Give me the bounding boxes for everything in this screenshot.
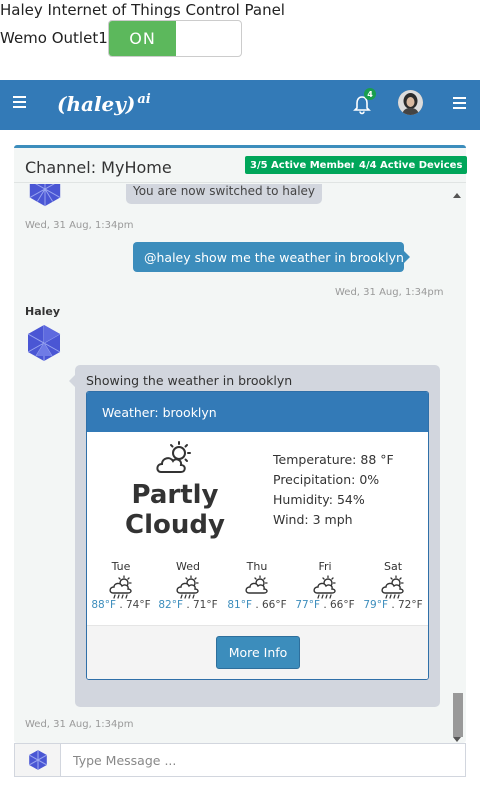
scroll-down-icon[interactable] [453, 737, 461, 742]
message-input-row [14, 743, 466, 777]
message-timestamp: Wed, 31 Aug, 1:34pm [25, 220, 134, 231]
user-avatar[interactable] [398, 90, 423, 115]
forecast-temps: 79°F . 72°F [363, 599, 423, 611]
forecast-row: Tue 88°F . 74°F Wed 82°F . 71°F Thu 81°F . 66… [87, 560, 428, 618]
weather-card: Weather: brooklyn Partly Cloudy Temperat… [86, 391, 429, 680]
menu-right-icon[interactable] [453, 97, 466, 112]
menu-icon[interactable] [13, 96, 27, 110]
weather-header: Weather: brooklyn [87, 392, 428, 432]
members-badge: 3/5 Active Members [245, 156, 367, 174]
precipitation: Precipitation: 0% [273, 472, 380, 487]
forecast-day-name: Tue [111, 560, 131, 573]
haley-avatar-icon [15, 744, 61, 776]
bot-message: Showing the weather in brooklyn Weather:… [69, 365, 440, 707]
bot-message-text: Showing the weather in brooklyn [86, 373, 293, 388]
forecast-day-name: Sat [383, 560, 403, 573]
forecast-temps: 81°F . 66°F [227, 599, 287, 611]
condition-text: Partly Cloudy [125, 480, 225, 540]
notification-badge: 4 [364, 88, 376, 100]
rain-cloud-sun-icon [381, 575, 404, 599]
message-input[interactable] [62, 744, 464, 776]
toggle-on-state[interactable]: ON [109, 21, 176, 56]
forecast-day: Wed 82°F . 71°F [154, 560, 222, 611]
user-message: @haley show me the weather in brooklyn [133, 242, 410, 272]
scroll-thumb[interactable] [453, 693, 463, 737]
message-timestamp: Wed, 31 Aug, 1:34pm [25, 719, 134, 730]
weather-stats: Temperature: 88 °F Precipitation: 0% Hum… [273, 450, 394, 530]
scrollbar[interactable] [451, 191, 463, 742]
rain-cloud-sun-icon [109, 575, 132, 599]
channel-title: Channel: MyHome [25, 158, 172, 177]
temperature: Temperature: 88 °F [273, 452, 394, 467]
forecast-day: Sat 79°F . 72°F [359, 560, 427, 611]
more-info-button[interactable]: More Info [216, 636, 300, 669]
forecast-day-name: Fri [318, 560, 332, 573]
message-timestamp: Wed, 31 Aug, 1:34pm [335, 287, 444, 298]
haley-avatar-icon [27, 325, 61, 361]
haley-logo[interactable]: (haley) ai [57, 92, 151, 116]
chat-panel: Channel: MyHome 3/5 Active Members 4/4 A… [14, 145, 468, 746]
forecast-day: Tue 88°F . 74°F [87, 560, 155, 611]
iot-control-panel: Haley Internet of Things Control Panel W… [0, 0, 480, 80]
devices-badge: 4/4 Active Devices [354, 156, 468, 174]
outlet-toggle[interactable]: ON [108, 20, 242, 57]
panel-title: Haley Internet of Things Control Panel [0, 1, 285, 19]
humidity: Humidity: 54% [273, 492, 365, 507]
partly-cloudy-icon [156, 441, 191, 473]
forecast-temps: 88°F . 74°F [91, 599, 151, 611]
rain-cloud-sun-icon [176, 575, 199, 599]
outlet-label: Wemo Outlet1: [0, 29, 113, 47]
forecast-temps: 77°F . 66°F [295, 599, 355, 611]
scroll-up-icon[interactable] [453, 193, 461, 198]
forecast-temps: 82°F . 71°F [158, 599, 218, 611]
weather-footer: More Info [87, 625, 428, 679]
sender-name: Haley [25, 305, 61, 318]
wind: Wind: 3 mph [273, 512, 353, 527]
partly-cloudy-icon [245, 575, 268, 594]
bot-message: You are now switched to haley [126, 184, 322, 204]
forecast-day: Thu 81°F . 66°F [223, 560, 291, 611]
haley-avatar-icon [26, 184, 64, 208]
rain-cloud-sun-icon [313, 575, 336, 599]
chat-header: Channel: MyHome 3/5 Active Members 4/4 A… [14, 148, 468, 183]
forecast-day: Fri 77°F . 66°F [291, 560, 359, 611]
message-list[interactable]: You are now switched to haley Wed, 31 Au… [14, 184, 466, 746]
forecast-day-name: Wed [176, 560, 200, 573]
forecast-day-name: Thu [246, 560, 268, 573]
